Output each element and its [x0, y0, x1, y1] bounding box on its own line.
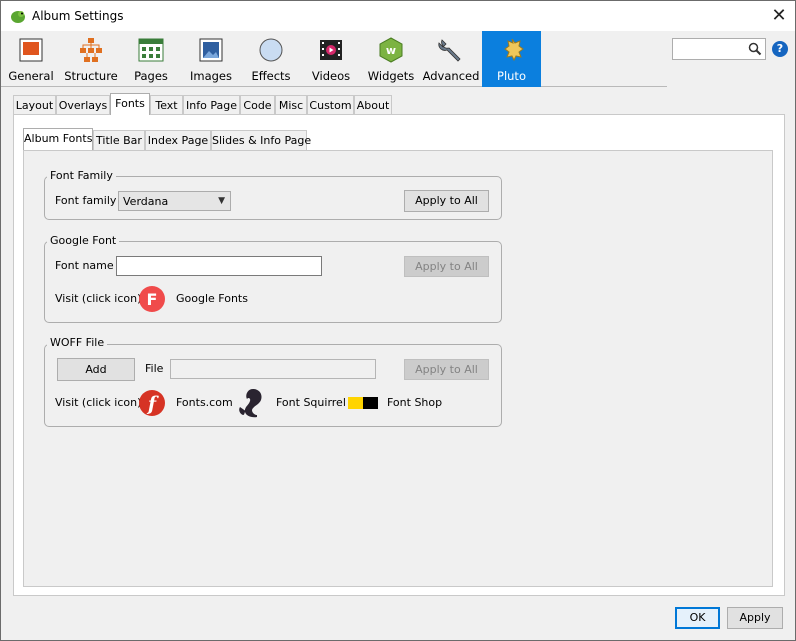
help-icon[interactable]: ?: [772, 41, 788, 57]
google-font-group-title: Google Font: [47, 234, 120, 247]
toolbar-images[interactable]: Images: [181, 31, 241, 87]
search-icon: [748, 42, 762, 56]
effects-icon: [259, 38, 283, 62]
google-visit-label: Visit (click icon): [55, 292, 142, 305]
tab-overlays[interactable]: Overlays: [56, 95, 110, 115]
tab-fonts[interactable]: Fonts: [110, 93, 150, 115]
font-family-value: Verdana: [123, 195, 169, 208]
toolbar-pages[interactable]: Pages: [121, 31, 181, 87]
woff-file-group-title: WOFF File: [47, 336, 108, 349]
toolbar-videos[interactable]: Videos: [301, 31, 361, 87]
apply-button[interactable]: Apply: [727, 607, 783, 629]
font-shop-link[interactable]: Font Shop: [387, 396, 442, 409]
search-input[interactable]: [672, 38, 766, 60]
toolbar-effects-label: Effects: [251, 69, 291, 83]
tab-code[interactable]: Code: [240, 95, 275, 115]
toolbar-advanced-label: Advanced: [422, 69, 480, 83]
woff-file-input[interactable]: [170, 359, 376, 379]
toolbar-widgets-label: Widgets: [367, 69, 415, 83]
widgets-icon: w: [379, 37, 403, 63]
tab-custom[interactable]: Custom: [307, 95, 354, 115]
google-fonts-link[interactable]: Google Fonts: [176, 292, 248, 305]
toolbar-general[interactable]: General: [1, 31, 61, 87]
font-name-input[interactable]: [116, 256, 322, 276]
svg-text:F: F: [147, 290, 158, 309]
title-bar: Album Settings ✕: [1, 1, 795, 31]
font-squirrel-icon[interactable]: [237, 387, 265, 419]
chevron-down-icon: ▼: [218, 196, 225, 206]
images-icon: [199, 38, 223, 62]
woff-file-label: File: [145, 362, 164, 375]
toolbar-general-label: General: [8, 69, 54, 83]
jalbum-app-icon: [11, 11, 25, 23]
toolbar-videos-label: Videos: [311, 69, 351, 83]
font-family-select[interactable]: Verdana ▼: [118, 191, 231, 211]
toolbar-widgets[interactable]: w Widgets: [361, 31, 421, 87]
svg-text:w: w: [386, 44, 396, 57]
toolbar-pages-label: Pages: [134, 69, 168, 83]
general-icon: [19, 38, 43, 62]
toolbar-advanced[interactable]: Advanced: [421, 31, 481, 87]
advanced-icon: [438, 39, 461, 62]
toolbar-structure[interactable]: Structure: [61, 31, 121, 87]
fonts-com-icon[interactable]: f: [138, 389, 166, 417]
tab-info-page[interactable]: Info Page: [183, 95, 240, 115]
woff-apply-button[interactable]: Apply to All: [404, 359, 489, 380]
toolbar-pluto-label: Pluto: [497, 69, 526, 83]
subtab-title-bar[interactable]: Title Bar: [93, 130, 145, 150]
font-family-label: Font family: [55, 194, 117, 207]
google-font-group: [44, 241, 502, 323]
ok-button[interactable]: OK: [675, 607, 720, 629]
font-name-label: Font name: [55, 259, 114, 272]
settings-toolbar: General Structure Pages Images Effects V…: [1, 31, 667, 87]
videos-icon: [320, 40, 342, 60]
subtab-album-fonts[interactable]: Album Fonts: [23, 128, 93, 150]
subtab-index-page[interactable]: Index Page: [145, 130, 211, 150]
fonts-com-link[interactable]: Fonts.com: [176, 396, 233, 409]
toolbar-pluto[interactable]: Pluto: [482, 31, 541, 87]
tab-layout[interactable]: Layout: [13, 95, 56, 115]
tab-misc[interactable]: Misc: [275, 95, 307, 115]
tab-about[interactable]: About: [354, 95, 392, 115]
close-icon[interactable]: ✕: [763, 1, 795, 31]
font-squirrel-link[interactable]: Font Squirrel: [276, 396, 346, 409]
pluto-icon: [503, 38, 524, 62]
font-family-group-title: Font Family: [47, 169, 116, 182]
woff-file-group: [44, 344, 502, 427]
structure-icon: [80, 38, 102, 62]
google-font-apply-button[interactable]: Apply to All: [404, 256, 489, 277]
subtab-slides-info-page[interactable]: Slides & Info Page: [211, 130, 311, 150]
window-title: Album Settings: [32, 9, 124, 23]
woff-visit-label: Visit (click icon): [55, 396, 142, 409]
toolbar-effects[interactable]: Effects: [241, 31, 301, 87]
font-family-apply-button[interactable]: Apply to All: [404, 190, 489, 212]
toolbar-images-label: Images: [189, 69, 232, 83]
album-settings-window: Album Settings ✕ General Structure Pages…: [0, 0, 796, 641]
google-fonts-icon[interactable]: F: [138, 285, 166, 313]
tab-text[interactable]: Text: [150, 95, 183, 115]
font-shop-icon[interactable]: [348, 397, 378, 409]
pages-icon: [138, 38, 164, 62]
toolbar-structure-label: Structure: [64, 69, 118, 83]
woff-add-button[interactable]: Add: [57, 358, 135, 381]
